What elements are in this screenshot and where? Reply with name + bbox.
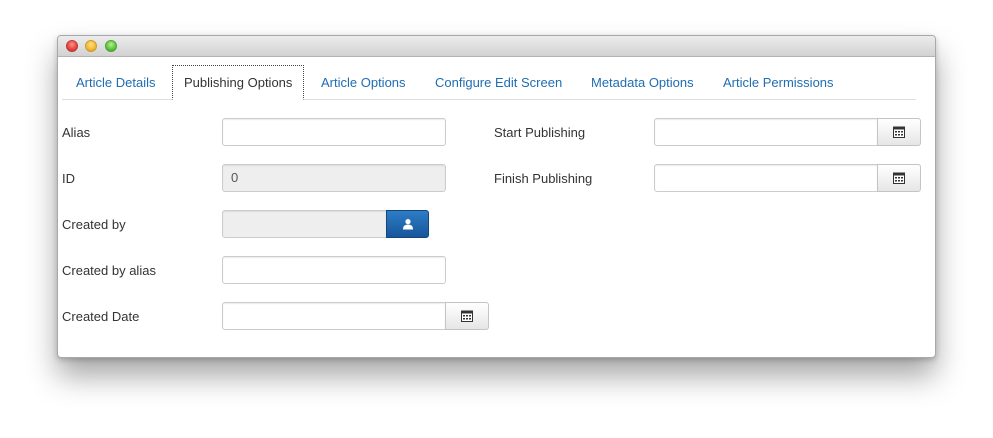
calendar-icon [893,126,905,138]
alias-label: Alias [62,125,91,140]
finish-publishing-calendar-button[interactable] [877,164,921,192]
id-field: 0 [222,164,446,192]
select-user-button[interactable] [386,210,429,238]
created-by-alias-input[interactable] [222,256,446,284]
tab-publishing-options[interactable]: Publishing Options [172,65,305,100]
alias-input[interactable] [222,118,446,146]
calendar-icon [893,172,905,184]
start-publishing-input[interactable] [654,118,878,146]
start-publishing-label: Start Publishing [494,125,586,140]
start-publishing-calendar-button[interactable] [877,118,921,146]
created-date-input[interactable] [222,302,446,330]
tab-configure-edit-screen[interactable]: Configure Edit Screen [435,65,562,100]
created-by-field [222,210,387,238]
minimize-window-button[interactable] [85,40,97,52]
calendar-icon [461,310,473,322]
finish-publishing-input[interactable] [654,164,878,192]
window-titlebar [58,36,935,57]
app-window: Article Details Publishing Options Artic… [57,35,936,358]
id-label: ID [62,171,75,186]
tab-bar: Article Details Publishing Options Artic… [62,65,916,100]
created-by-label: Created by [62,217,126,232]
tab-article-permissions[interactable]: Article Permissions [723,65,834,100]
user-icon [402,219,413,230]
tab-article-options[interactable]: Article Options [321,65,406,100]
tab-metadata-options[interactable]: Metadata Options [591,65,694,100]
created-date-label: Created Date [62,309,140,324]
finish-publishing-label: Finish Publishing [494,171,593,186]
zoom-window-button[interactable] [105,40,117,52]
tab-article-details[interactable]: Article Details [76,65,155,100]
created-by-alias-label: Created by alias [62,263,156,278]
created-date-calendar-button[interactable] [445,302,489,330]
close-window-button[interactable] [66,40,78,52]
